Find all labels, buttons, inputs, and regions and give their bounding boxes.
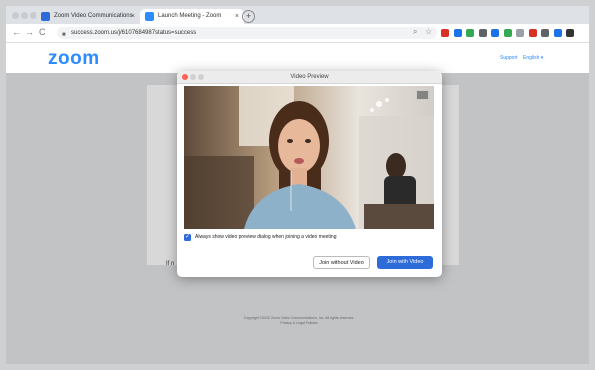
always-show-preview-label: Always show video preview dialog when jo… bbox=[195, 234, 337, 240]
url-input[interactable]: ■ success.zoom.us/j/6107684987status=suc… bbox=[57, 27, 437, 39]
zoom-header: zoom Support English ▾ bbox=[6, 43, 589, 73]
extension-icon[interactable] bbox=[453, 29, 462, 37]
address-bar-row: ← → C ■ success.zoom.us/j/6107684987stat… bbox=[6, 24, 589, 43]
forward-arrow-icon[interactable]: → bbox=[25, 27, 34, 37]
support-link[interactable]: Support bbox=[500, 55, 518, 61]
extension-icon[interactable] bbox=[503, 29, 512, 37]
new-tab-button[interactable]: + bbox=[242, 10, 255, 23]
extension-icon[interactable] bbox=[528, 29, 537, 37]
dialog-title: Video Preview bbox=[290, 74, 329, 80]
bookmark-star-icon[interactable]: ☆ bbox=[425, 27, 432, 36]
reload-icon[interactable]: C bbox=[39, 27, 46, 37]
privacy-link[interactable]: Privacy & Legal Policies bbox=[229, 321, 369, 326]
browser-tab-bar: Zoom Video Communications × Launch Meeti… bbox=[6, 6, 589, 24]
video-preview-dialog: Video Preview ✓ Always show video previe… bbox=[177, 71, 442, 277]
extension-icon[interactable] bbox=[566, 29, 574, 37]
camera-preview bbox=[184, 86, 434, 229]
extension-icon[interactable] bbox=[541, 29, 549, 37]
partial-instruction-text: If n bbox=[166, 261, 175, 267]
tab-label: Launch Meeting - Zoom bbox=[158, 13, 222, 19]
search-icon[interactable]: ⌕ bbox=[413, 27, 417, 37]
tab-close-icon[interactable]: × bbox=[131, 9, 135, 24]
extension-icon[interactable] bbox=[441, 29, 449, 37]
join-with-video-button[interactable]: Join with Video bbox=[377, 256, 433, 269]
url-text: success.zoom.us/j/6107684987status=succe… bbox=[71, 30, 197, 36]
always-show-preview-checkbox[interactable]: ✓ bbox=[184, 234, 191, 241]
extension-icon[interactable] bbox=[478, 29, 487, 37]
extension-icon[interactable] bbox=[553, 29, 562, 37]
webcam-feed-image bbox=[184, 86, 434, 229]
page-footer: Copyright ©2020 Zoom Video Communication… bbox=[229, 316, 369, 326]
video-settings-icon[interactable] bbox=[416, 90, 429, 100]
zoom-logo[interactable]: zoom bbox=[48, 48, 100, 70]
extension-icon[interactable] bbox=[516, 29, 524, 37]
dialog-title-bar: Video Preview bbox=[177, 71, 442, 84]
tab-label: Zoom Video Communications bbox=[54, 13, 133, 19]
tab-launch-meeting[interactable]: Launch Meeting - Zoom × bbox=[140, 9, 244, 24]
window-minimize-icon[interactable] bbox=[21, 12, 28, 19]
zoom-favicon-icon bbox=[145, 12, 154, 21]
lock-icon: ■ bbox=[62, 32, 66, 38]
tab-close-icon[interactable]: × bbox=[235, 9, 239, 24]
zoom-favicon-icon bbox=[41, 12, 50, 21]
extension-icon[interactable] bbox=[466, 29, 474, 37]
extension-icon[interactable] bbox=[491, 29, 499, 37]
join-without-video-button[interactable]: Join without Video bbox=[313, 256, 370, 269]
tab-zoom-video-communications[interactable]: Zoom Video Communications × bbox=[36, 9, 140, 24]
window-close-icon[interactable] bbox=[12, 12, 19, 19]
language-link[interactable]: English ▾ bbox=[523, 55, 543, 61]
back-arrow-icon[interactable]: ← bbox=[12, 27, 21, 37]
